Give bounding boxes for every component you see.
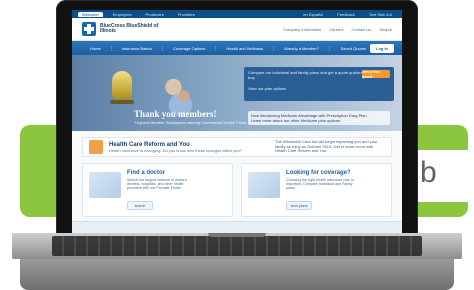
laptop-screen: Welcome Employers Producers Providers en… [72,10,402,234]
base-top [12,233,462,259]
tab-employers[interactable]: Employers [109,12,136,17]
nav-already-member[interactable]: Already a Member? [274,45,330,51]
brand-logo[interactable]: BlueCross BlueShield of Illinois [82,22,172,36]
tab-producers[interactable]: Producers [142,12,168,17]
nav-health-wellness[interactable]: Health and Wellness [216,45,275,51]
search-button[interactable]: search [127,201,153,210]
login-button[interactable]: Log In [370,43,394,53]
hero-title: Thank you members! [134,109,217,119]
base-bottom [20,259,454,290]
coverage-photo [248,172,280,198]
view-plans-button[interactable]: view plans [286,201,312,210]
feedback-link[interactable]: Feedback [333,12,359,17]
search-link[interactable]: Search [379,27,392,32]
banner-partial-text: b [420,156,437,189]
medicare-announcement: Now introducing Medicare Advantage with … [248,111,390,125]
get-quote-button[interactable]: Get a free quote [362,69,390,79]
audience-tabs: Welcome Employers Producers Providers [78,11,199,17]
award-trophy-icon [110,71,134,104]
doctor-photo [89,172,121,198]
saved-quotes[interactable]: Saved Quotes [341,46,366,51]
card-title: Looking for coverage? [286,170,351,176]
card-text: Choosing the right health insurance plan… [286,178,354,191]
main-nav: Home Insurance Basics Coverage Options H… [72,41,402,55]
nav-home[interactable]: Home [80,45,112,51]
health-reform-panel: Health Care Reform and You Health insura… [82,137,392,157]
reform-subtitle: Health insurance is changing. Do you kno… [109,147,242,153]
nav-right: Saved Quotes Log In [341,43,394,53]
hero-banner: Compare our individual and family plans … [72,55,402,131]
brand-name: BlueCross BlueShield of Illinois [100,22,159,34]
site-top-strip: Welcome Employers Producers Providers en… [72,10,402,18]
reform-left: Health Care Reform and You Health insura… [109,142,242,153]
cross-shield-icon [82,22,96,36]
card-title: Find a doctor [127,170,165,176]
card-text: Search the largest network of doctors, d… [127,178,188,191]
language-link[interactable]: en Español [299,12,327,17]
text-size-control[interactable]: Text Size A A [365,12,396,17]
utility-links: en Español Feedback Text Size A A [299,12,396,17]
plans-link[interactable]: View our plan options [248,86,390,91]
reform-description: The Affordable Care Act will begin impac… [275,139,378,154]
hinge [208,233,266,237]
tab-welcome[interactable]: Welcome [78,11,103,17]
tab-providers[interactable]: Providers [174,12,199,17]
nav-insurance-basics[interactable]: Insurance Basics [112,45,164,51]
feature-cards: Find a doctor Search the largest network… [82,163,392,217]
site-header: BlueCross BlueShield of Illinois Company… [72,18,402,41]
company-info-link[interactable]: Company Information [283,27,321,32]
nav-coverage-options[interactable]: Coverage Options [163,45,217,51]
quote-callout: Compare our individual and family plans … [244,67,394,101]
contact-link[interactable]: Contact Us [352,27,372,32]
header-links: Company Information Careers Contact Us S… [283,27,392,32]
laptop-base [12,233,462,290]
medicare-link[interactable]: Learn more about our other Medicare plan… [251,118,387,123]
careers-link[interactable]: Careers [329,27,343,32]
coverage-card[interactable]: Looking for coverage? Choosing the right… [241,163,392,217]
reform-badge-icon [89,140,103,154]
keyboard [52,236,422,256]
find-doctor-card[interactable]: Find a doctor Search the largest network… [82,163,233,217]
